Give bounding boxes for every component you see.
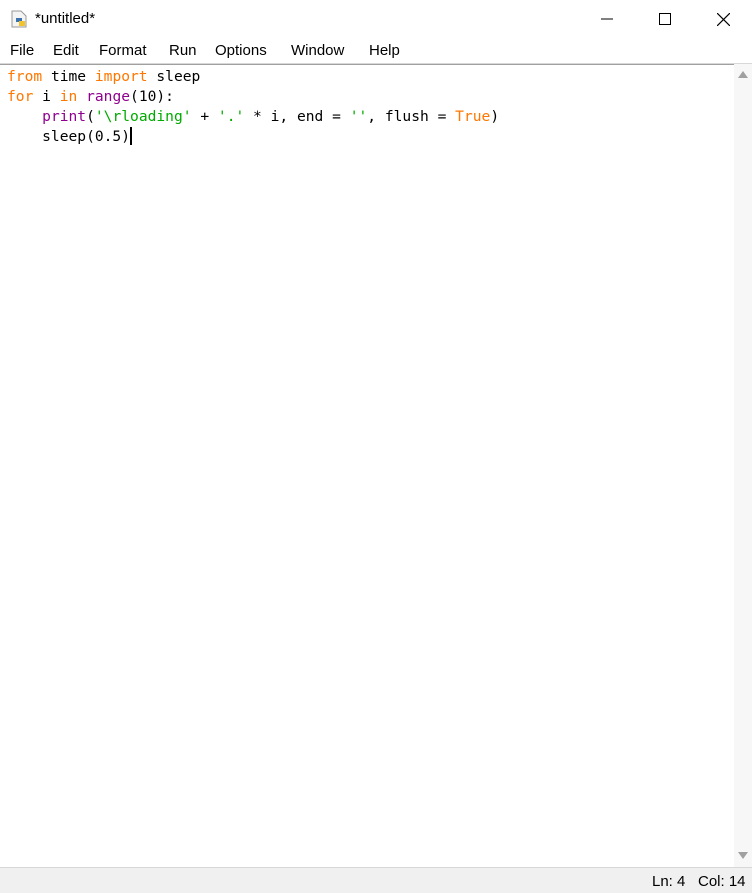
- code-line[interactable]: sleep(0.5): [7, 127, 499, 147]
- code-token: (: [86, 108, 95, 125]
- status-bar: Ln: 4 Col: 14: [0, 867, 752, 893]
- text-cursor: [130, 127, 133, 145]
- code-token: , flush =: [367, 108, 456, 125]
- code-token: for: [7, 88, 34, 105]
- code-token: sleep(0.5): [7, 128, 131, 145]
- title-bar: *untitled*: [0, 0, 752, 38]
- code-token: in: [59, 88, 78, 105]
- code-text[interactable]: from time import sleep for i in range(10)…: [7, 67, 499, 147]
- column-number: Col: 14: [698, 873, 746, 890]
- scroll-up-icon[interactable]: [738, 70, 748, 78]
- menu-options[interactable]: Options: [215, 42, 267, 59]
- menu-file[interactable]: File: [10, 42, 34, 59]
- code-token: sleep: [147, 68, 201, 85]
- menu-edit[interactable]: Edit: [53, 42, 79, 59]
- code-token: range: [86, 88, 131, 105]
- window-title: *untitled*: [35, 10, 96, 27]
- code-token: True: [455, 108, 491, 125]
- menu-help[interactable]: Help: [369, 42, 400, 59]
- code-token: '': [349, 108, 368, 125]
- close-icon: [716, 12, 730, 26]
- menu-bar: File Edit Format Run Options Window Help: [0, 38, 752, 64]
- code-token: time: [42, 68, 95, 85]
- menu-run[interactable]: Run: [169, 42, 197, 59]
- code-token: '.': [217, 108, 245, 125]
- maximize-button[interactable]: [636, 0, 694, 38]
- code-token: print: [42, 108, 87, 125]
- code-token: (10):: [130, 88, 174, 105]
- minimize-icon: [601, 18, 613, 20]
- maximize-icon: [659, 13, 671, 25]
- code-line[interactable]: print('\rloading' + '.' * i, end = '', f…: [7, 107, 499, 127]
- menu-window[interactable]: Window: [291, 42, 344, 59]
- python-file-icon: [11, 10, 27, 28]
- code-token: +: [191, 108, 218, 125]
- code-token: i: [33, 88, 60, 105]
- code-token: * i, end =: [244, 108, 350, 125]
- minimize-button[interactable]: [578, 0, 636, 38]
- close-button[interactable]: [694, 0, 752, 38]
- code-token: '\rloading': [94, 108, 192, 125]
- scroll-down-icon[interactable]: [738, 852, 748, 860]
- code-token: from: [7, 68, 43, 85]
- line-number: Ln: 4: [652, 873, 686, 890]
- code-token: import: [94, 68, 148, 85]
- code-line[interactable]: for i in range(10):: [7, 87, 499, 107]
- code-line[interactable]: from time import sleep: [7, 67, 499, 87]
- code-token: ): [490, 108, 500, 125]
- vertical-scrollbar[interactable]: [734, 64, 752, 867]
- code-editor[interactable]: from time import sleep for i in range(10)…: [0, 64, 734, 868]
- menu-format[interactable]: Format: [99, 42, 147, 59]
